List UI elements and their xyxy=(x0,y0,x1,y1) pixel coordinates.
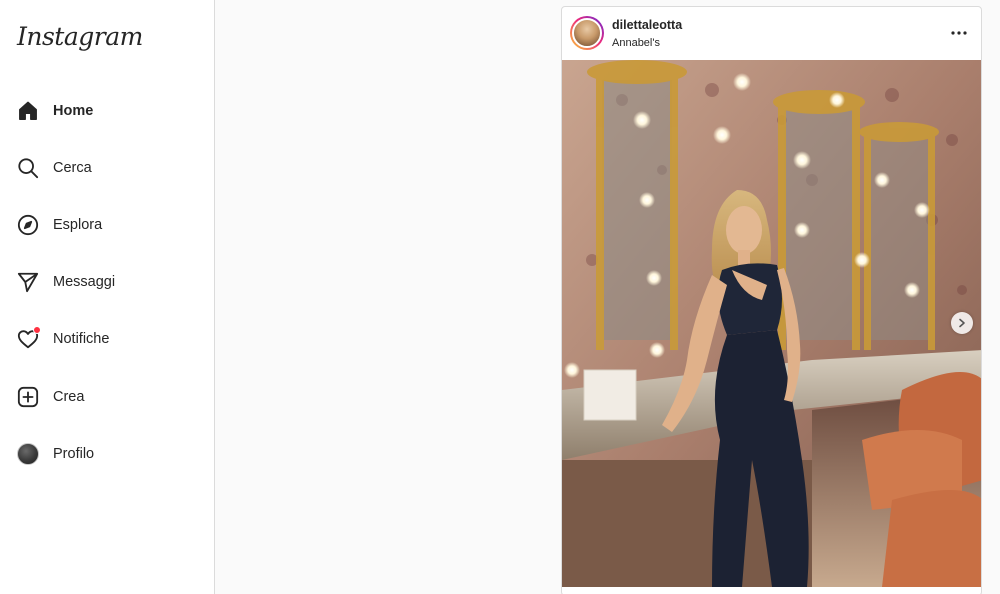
sidebar-item-label: Crea xyxy=(53,388,85,405)
more-horizontal-icon xyxy=(951,31,967,35)
post-location[interactable]: Annabel's xyxy=(612,37,660,49)
heart-icon xyxy=(16,326,41,351)
photo xyxy=(562,60,981,587)
post-photo[interactable] xyxy=(562,60,981,587)
search-icon xyxy=(16,156,40,180)
sidebar-item-profile[interactable]: Profilo xyxy=(0,425,215,482)
avatar xyxy=(16,442,40,466)
sidebar-item-label: Profilo xyxy=(53,445,95,462)
profile-avatar xyxy=(17,442,39,465)
sidebar-item-label: Notifiche xyxy=(53,331,110,348)
compass-icon xyxy=(16,213,40,237)
sidebar-item-messages[interactable]: Messaggi xyxy=(0,254,215,311)
sidebar-item-label: Esplora xyxy=(53,216,103,233)
next-photo-button[interactable] xyxy=(951,312,973,334)
sidebar-item-search[interactable]: Cerca xyxy=(0,139,215,196)
post-header: dilettaleotta Annabel's xyxy=(562,7,981,60)
send-icon xyxy=(16,270,40,294)
notification-dot xyxy=(33,326,41,335)
sidebar-item-create[interactable]: Crea xyxy=(0,368,215,425)
sidebar-item-notifications[interactable]: Notifiche xyxy=(0,311,215,368)
post-username[interactable]: dilettaleotta xyxy=(612,18,682,32)
sidebar-item-label: Home xyxy=(53,102,94,119)
sidebar: Instagram Home Cerca Esplora Messaggi No… xyxy=(0,0,215,594)
feed-post: dilettaleotta Annabel's xyxy=(561,6,982,594)
sidebar-item-label: Messaggi xyxy=(53,274,116,291)
chevron-right-icon xyxy=(959,318,965,328)
more-options-button[interactable] xyxy=(949,23,969,43)
post-author-avatar[interactable] xyxy=(570,16,604,50)
sidebar-item-explore[interactable]: Esplora xyxy=(0,196,215,253)
sidebar-item-label: Cerca xyxy=(53,159,92,176)
sidebar-nav: Home Cerca Esplora Messaggi Notifiche Cr… xyxy=(0,82,215,482)
plus-square-icon xyxy=(16,385,40,409)
avatar xyxy=(572,18,602,48)
instagram-logo[interactable]: Instagram xyxy=(17,22,143,51)
home-icon xyxy=(16,99,40,123)
sidebar-item-home[interactable]: Home xyxy=(0,82,215,139)
